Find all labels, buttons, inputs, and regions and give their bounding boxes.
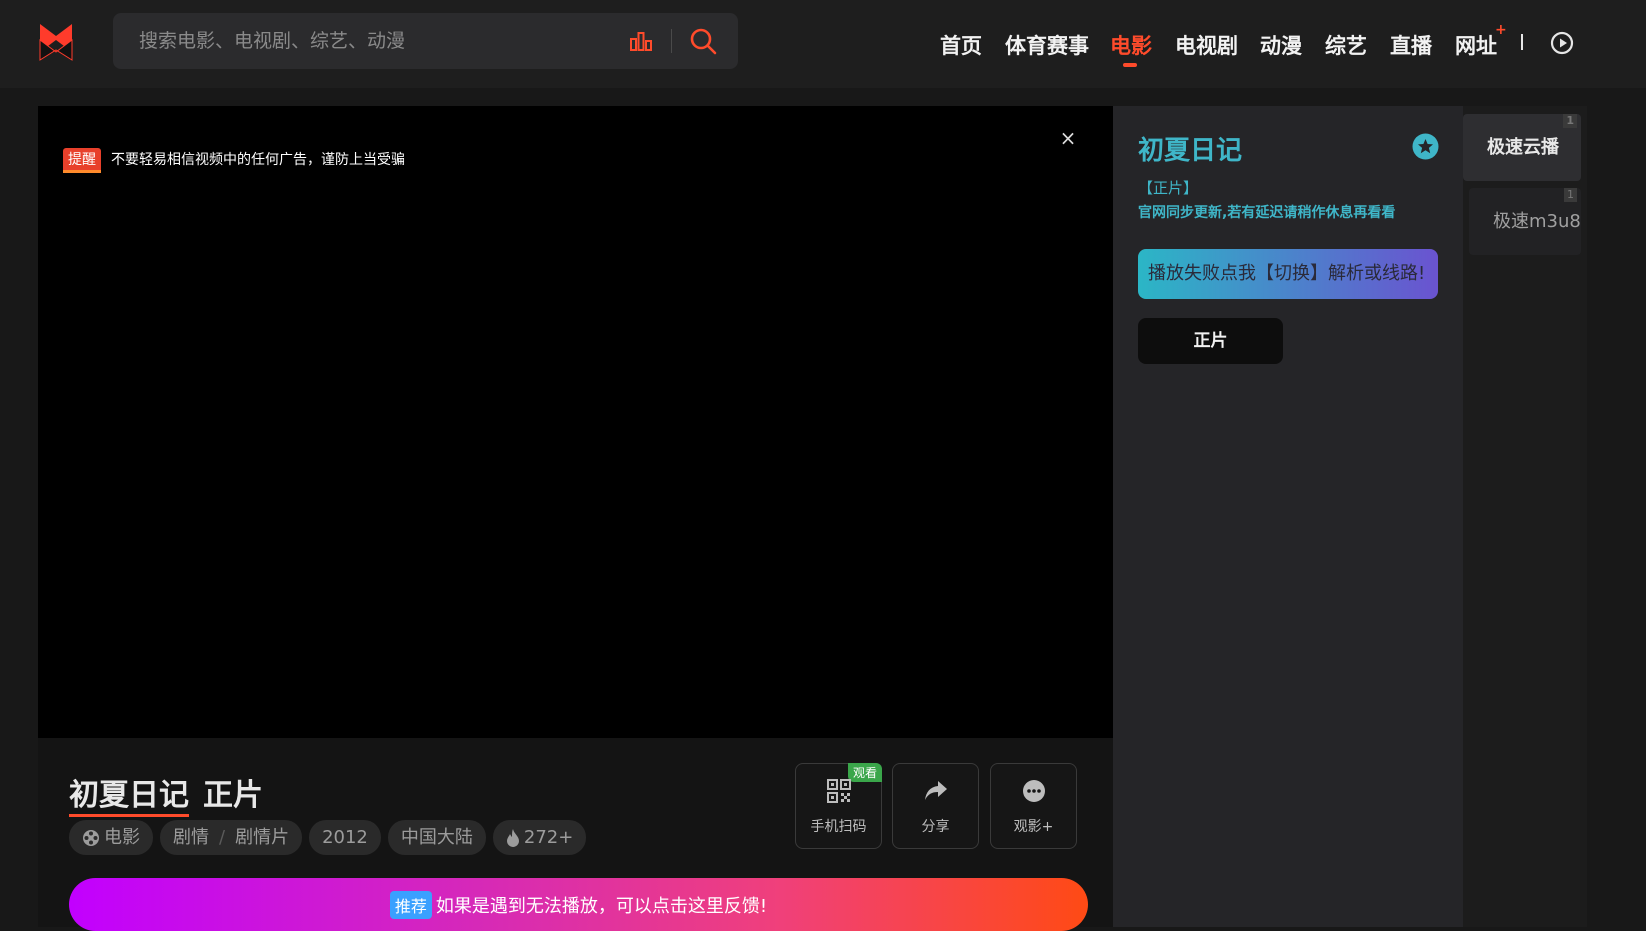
episode-label: 【正片】 xyxy=(1138,179,1199,197)
source-label: 极速云播 xyxy=(1487,137,1559,158)
warning-text: 不要轻易相信视频中的任何广告，谨防上当受骗 xyxy=(111,152,405,168)
episode-panel: 初夏日记 【正片】 官网同步更新,若有延迟请稍作休息再看看 播放失败点我【切换】… xyxy=(1113,106,1463,927)
flame-icon xyxy=(506,828,519,847)
favorite-star-icon[interactable] xyxy=(1412,133,1439,160)
play-history-icon[interactable] xyxy=(1550,31,1574,55)
nav-item-variety[interactable]: 综艺 xyxy=(1325,30,1367,60)
tag-genre-2[interactable]: 剧情片 xyxy=(235,820,289,855)
tag-genre-1[interactable]: 剧情 xyxy=(173,820,209,855)
video-tags: 电影 剧情 / 剧情片 2012 中国大陆 272+ xyxy=(69,820,587,855)
source-item-m3u8[interactable]: 极速m3u8 1 xyxy=(1469,188,1581,255)
episode-note: 官网同步更新,若有延迟请稍作休息再看看 xyxy=(1138,205,1396,221)
nav-new-marker: + xyxy=(1495,22,1507,38)
video-player[interactable]: 提醒 不要轻易相信视频中的任何广告，谨防上当受骗 × 初夏日记 正片 电影 剧情 … xyxy=(38,106,1113,931)
video-title: 初夏日记 正片 xyxy=(69,770,263,814)
source-count: 1 xyxy=(1563,114,1577,128)
episode-title: 正片 xyxy=(203,778,263,813)
qr-scan-label: 手机扫码 xyxy=(810,819,867,835)
switch-source-button[interactable]: 播放失败点我【切换】解析或线路! xyxy=(1138,249,1438,299)
share-label: 分享 xyxy=(921,819,950,835)
share-icon xyxy=(925,781,947,800)
qr-code-icon xyxy=(827,779,851,803)
panel-title: 初夏日记 xyxy=(1138,136,1243,166)
tag-year[interactable]: 2012 xyxy=(309,820,381,855)
nav-item-sports[interactable]: 体育赛事 xyxy=(1005,30,1089,60)
source-list: 极速云播 1 极速m3u8 1 xyxy=(1463,106,1587,927)
watch-badge: 观看 xyxy=(847,763,882,782)
source-count: 1 xyxy=(1564,188,1577,202)
tag-type[interactable]: 电影 xyxy=(69,820,153,855)
top-header: 首页 体育赛事 电影 电视剧 动漫 综艺 直播 网址 + xyxy=(0,0,1646,88)
source-label: 极速m3u8 xyxy=(1493,211,1581,232)
video-info: 初夏日记 正片 电影 剧情 / 剧情片 2012 中国大陆 272+ 观看 手机… xyxy=(38,738,1113,931)
nav-item-home[interactable]: 首页 xyxy=(940,30,982,60)
tag-type-label: 电影 xyxy=(104,827,140,848)
source-item-cloud[interactable]: 极速云播 1 xyxy=(1463,114,1581,181)
feedback-banner[interactable]: 推荐 如果是遇到无法播放，可以点击这里反馈! xyxy=(69,878,1088,931)
tag-region[interactable]: 中国大陆 xyxy=(387,820,486,855)
share-button[interactable]: 分享 xyxy=(892,763,979,849)
recommend-badge: 推荐 xyxy=(389,890,432,919)
nav-item-tv[interactable]: 电视剧 xyxy=(1175,30,1238,60)
film-reel-icon xyxy=(83,829,99,846)
more-dots-icon xyxy=(1023,780,1045,802)
nav-item-urls[interactable]: 网址 xyxy=(1455,30,1497,60)
qr-scan-button[interactable]: 观看 手机扫码 xyxy=(795,763,882,849)
movie-title: 初夏日记 xyxy=(69,778,189,813)
close-warning-button[interactable]: × xyxy=(1058,128,1078,148)
feedback-text: 如果是遇到无法播放，可以点击这里反馈! xyxy=(435,895,768,917)
nav-item-live[interactable]: 直播 xyxy=(1390,30,1432,60)
tag-heat: 272+ xyxy=(492,820,587,855)
more-button[interactable]: 观影+ xyxy=(990,763,1077,849)
nav-item-anime[interactable]: 动漫 xyxy=(1260,30,1302,60)
ad-warning: 提醒 不要轻易相信视频中的任何广告，谨防上当受骗 xyxy=(63,148,405,173)
warning-badge: 提醒 xyxy=(63,148,101,173)
heat-count: 272+ xyxy=(523,827,574,848)
episode-button-full[interactable]: 正片 xyxy=(1138,318,1283,364)
main-nav: 首页 体育赛事 电影 电视剧 动漫 综艺 直播 网址 + xyxy=(0,0,1646,88)
nav-active-indicator xyxy=(1123,63,1137,67)
tag-genre: 剧情 / 剧情片 xyxy=(160,820,303,855)
nav-item-movies[interactable]: 电影 xyxy=(1110,30,1152,60)
more-label: 观影+ xyxy=(1013,819,1054,835)
nav-separator xyxy=(1521,34,1523,50)
